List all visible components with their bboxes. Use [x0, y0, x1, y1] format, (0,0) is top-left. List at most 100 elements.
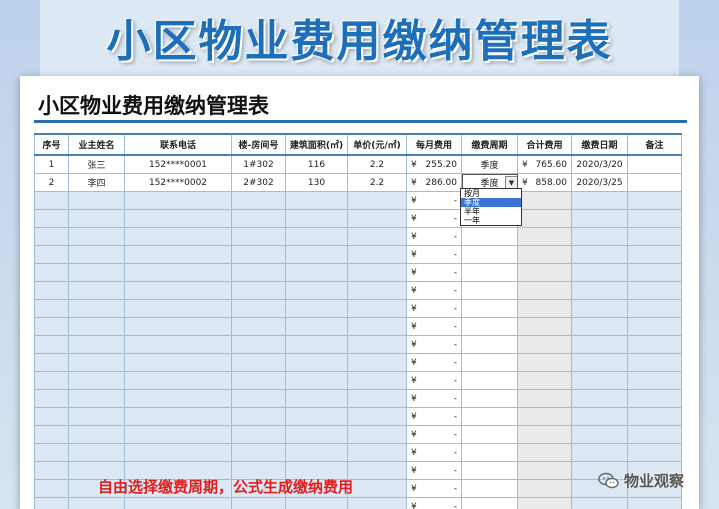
table-cell[interactable] — [34, 209, 69, 228]
cell-monthly[interactable]: ¥ - — [406, 263, 462, 282]
table-cell[interactable] — [68, 245, 125, 264]
header-cell[interactable]: 建筑面积(㎡) — [285, 133, 348, 156]
dropdown-option[interactable]: 半年 — [461, 207, 521, 216]
table-cell[interactable] — [124, 425, 232, 444]
cell-cycle[interactable] — [461, 425, 518, 444]
table-cell[interactable] — [627, 443, 682, 462]
table-cell[interactable] — [34, 191, 69, 210]
table-cell[interactable] — [34, 407, 69, 426]
table-cell[interactable] — [68, 209, 125, 228]
cell-total[interactable] — [517, 353, 572, 372]
table-cell[interactable] — [627, 317, 682, 336]
table-cell[interactable] — [571, 299, 628, 318]
table-cell[interactable] — [34, 425, 69, 444]
table-cell[interactable] — [347, 227, 407, 246]
cell-total[interactable] — [517, 425, 572, 444]
table-cell[interactable] — [124, 335, 232, 354]
cell-note[interactable] — [627, 154, 682, 174]
header-cell[interactable]: 合计费用 — [517, 133, 572, 156]
cell-total[interactable] — [517, 335, 572, 354]
header-cell[interactable]: 缴费日期 — [571, 133, 628, 156]
table-cell[interactable] — [347, 479, 407, 498]
table-cell[interactable] — [627, 497, 682, 509]
cell-total[interactable] — [517, 317, 572, 336]
cell-cycle[interactable] — [461, 443, 518, 462]
cell-total[interactable] — [517, 281, 572, 300]
table-cell[interactable] — [34, 317, 69, 336]
table-cell[interactable] — [627, 425, 682, 444]
table-cell[interactable] — [231, 227, 286, 246]
table-cell[interactable] — [231, 191, 286, 210]
table-cell[interactable] — [231, 353, 286, 372]
table-cell[interactable] — [124, 281, 232, 300]
table-cell[interactable] — [68, 389, 125, 408]
table-cell[interactable] — [124, 209, 232, 228]
table-cell[interactable] — [347, 335, 407, 354]
header-cell[interactable]: 缴费周期 — [461, 133, 518, 156]
cell-cycle[interactable] — [461, 227, 518, 246]
table-cell[interactable] — [627, 209, 682, 228]
table-cell[interactable] — [231, 407, 286, 426]
cell-cycle[interactable] — [461, 407, 518, 426]
cell-cycle[interactable] — [461, 461, 518, 480]
cell-cycle[interactable] — [461, 335, 518, 354]
table-cell[interactable] — [347, 371, 407, 390]
table-cell[interactable] — [68, 497, 125, 509]
table-cell[interactable] — [627, 191, 682, 210]
table-cell[interactable] — [627, 227, 682, 246]
table-cell[interactable] — [285, 281, 348, 300]
cell-total[interactable] — [517, 245, 572, 264]
table-cell[interactable] — [34, 299, 69, 318]
table-cell[interactable] — [571, 263, 628, 282]
table-cell[interactable] — [34, 263, 69, 282]
table-cell[interactable] — [627, 371, 682, 390]
cell-price[interactable]: 2.2 — [347, 173, 407, 192]
table-cell[interactable] — [571, 245, 628, 264]
table-cell[interactable] — [571, 407, 628, 426]
table-cell[interactable] — [285, 245, 348, 264]
table-cell[interactable] — [627, 389, 682, 408]
table-cell[interactable] — [231, 443, 286, 462]
table-cell[interactable] — [627, 335, 682, 354]
table-cell[interactable] — [571, 371, 628, 390]
cell-monthly[interactable]: ¥ - — [406, 227, 462, 246]
cell-monthly[interactable]: ¥ - — [406, 407, 462, 426]
table-cell[interactable] — [347, 263, 407, 282]
table-cell[interactable] — [34, 443, 69, 462]
cell-monthly[interactable]: ¥ - — [406, 443, 462, 462]
table-cell[interactable] — [34, 389, 69, 408]
dropdown-option[interactable]: 一年 — [461, 216, 521, 225]
cell-monthly[interactable]: ¥ - — [406, 281, 462, 300]
table-cell[interactable] — [68, 335, 125, 354]
cell-price[interactable]: 2.2 — [347, 154, 407, 174]
table-cell[interactable] — [285, 389, 348, 408]
cell-monthly[interactable]: ¥ - — [406, 461, 462, 480]
cell-cycle[interactable] — [461, 389, 518, 408]
table-cell[interactable] — [34, 371, 69, 390]
table-cell[interactable] — [571, 227, 628, 246]
table-cell[interactable] — [34, 479, 69, 498]
cell-monthly[interactable]: ¥ - — [406, 389, 462, 408]
cell-cycle[interactable] — [461, 281, 518, 300]
cell-total[interactable] — [517, 191, 572, 210]
cell-monthly[interactable]: ¥ - — [406, 425, 462, 444]
table-cell[interactable] — [571, 497, 628, 509]
table-cell[interactable] — [571, 191, 628, 210]
cell-monthly[interactable]: ¥ - — [406, 245, 462, 264]
table-cell[interactable] — [285, 371, 348, 390]
cell-total[interactable] — [517, 479, 572, 498]
table-cell[interactable] — [285, 497, 348, 509]
table-cell[interactable] — [627, 299, 682, 318]
table-cell[interactable] — [68, 299, 125, 318]
cell-total[interactable] — [517, 299, 572, 318]
header-cell[interactable]: 单价(元/㎡) — [347, 133, 407, 156]
table-cell[interactable] — [347, 389, 407, 408]
table-cell[interactable] — [231, 299, 286, 318]
cell-total[interactable] — [517, 461, 572, 480]
table-cell[interactable] — [231, 281, 286, 300]
cell-total[interactable] — [517, 371, 572, 390]
cell-monthly[interactable]: ¥ - — [406, 299, 462, 318]
table-cell[interactable] — [231, 389, 286, 408]
cell-total[interactable] — [517, 209, 572, 228]
table-cell[interactable] — [347, 407, 407, 426]
